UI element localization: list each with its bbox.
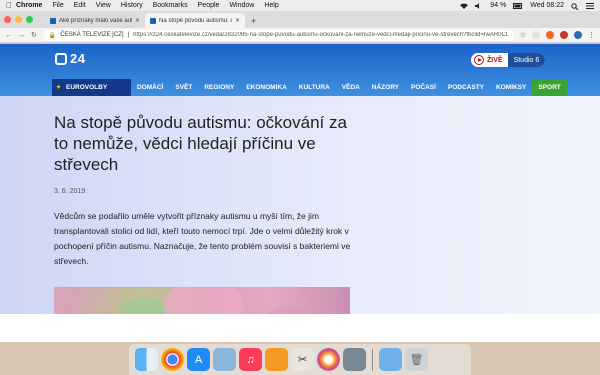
chrome-icon[interactable] xyxy=(161,348,184,371)
battery-percent: 94 % xyxy=(490,2,507,9)
page-footer-area xyxy=(0,314,600,342)
tab-title: Na stopě původu autismu: očk... xyxy=(159,17,232,24)
main-navigation: ✦ EUROVOLBY DOMÁCÍ SVĚT REGIONY EKONOMIKA… xyxy=(52,79,567,96)
window-controls xyxy=(4,11,33,28)
tools-icon[interactable]: ✂ xyxy=(291,348,314,371)
live-broadcast-button[interactable]: ŽIVĚ Studio 6 xyxy=(471,53,546,67)
extension-icon[interactable] xyxy=(532,31,540,39)
new-tab-button[interactable]: + xyxy=(245,16,262,28)
wifi-icon[interactable] xyxy=(460,3,469,9)
menu-file[interactable]: File xyxy=(52,2,63,9)
back-icon[interactable]: ← xyxy=(5,32,12,39)
tab-current[interactable]: Na stopě původu autismu: očk... ✕ xyxy=(145,13,245,28)
menu-bar:  Chrome File Edit View History Bookmark… xyxy=(0,0,600,11)
logo-text: 24 xyxy=(70,51,86,66)
forward-icon[interactable]: → xyxy=(18,32,25,39)
books-icon[interactable] xyxy=(265,348,288,371)
nav-podcasty[interactable]: PODCASTY xyxy=(442,79,490,96)
tab-strip: Aké príznaky malo vaše autism... ✕ Na st… xyxy=(0,11,600,28)
article-perex: Vědcům se podařilo uměle vytvořit přízna… xyxy=(54,211,351,266)
menu-help[interactable]: Help xyxy=(264,2,278,9)
downloads-folder-icon[interactable] xyxy=(379,348,402,371)
preview-icon[interactable] xyxy=(213,348,236,371)
site-identity: ČESKÁ TELEVIZE [CZ] xyxy=(60,32,124,38)
nav-svet[interactable]: SVĚT xyxy=(169,79,198,96)
nav-regiony[interactable]: REGIONY xyxy=(198,79,240,96)
menu-people[interactable]: People xyxy=(198,2,220,9)
menu-app-name[interactable]: Chrome xyxy=(16,2,42,9)
url-text: https://ct24.ceskatelevize.cz/veda/28320… xyxy=(133,32,508,38)
site-header: 24 ŽIVĚ Studio 6 ✦ EUROVOLBY DOMÁCÍ SVĚT … xyxy=(0,44,600,96)
close-window-button[interactable] xyxy=(4,16,11,23)
favicon-icon xyxy=(50,17,56,24)
minimize-window-button[interactable] xyxy=(15,16,22,23)
live-label: ŽIVĚ xyxy=(487,56,503,64)
volume-icon[interactable] xyxy=(475,2,483,9)
extension-icon[interactable] xyxy=(560,31,568,39)
nav-ekonomika[interactable]: EKONOMIKA xyxy=(240,79,292,96)
article-headline: Na stopě původu autismu: očkování za to … xyxy=(54,113,347,174)
tab-title: Aké príznaky malo vaše autism... xyxy=(59,17,132,24)
ct24-logo[interactable]: 24 xyxy=(55,51,85,66)
trash-icon[interactable]: 🗑 xyxy=(405,348,428,371)
dock-separator xyxy=(372,348,373,371)
notification-center-icon[interactable] xyxy=(586,2,594,9)
dock: A ♫ ✂ 🗑 xyxy=(129,344,471,375)
nav-komiksy[interactable]: KOMIKSY xyxy=(490,79,532,96)
article-date: 3. 6. 2019 xyxy=(54,188,86,195)
app-store-icon[interactable]: A xyxy=(187,348,210,371)
nav-label: EUROVOLBY xyxy=(66,84,108,91)
url-separator: | xyxy=(127,32,130,38)
music-icon[interactable]: ♫ xyxy=(239,348,262,371)
nav-pocasi[interactable]: POČASÍ xyxy=(405,79,442,96)
nav-domaci[interactable]: DOMÁCÍ xyxy=(131,79,169,96)
close-tab-icon[interactable]: ✕ xyxy=(235,17,240,24)
eu-stars-icon: ✦ xyxy=(56,85,62,91)
reload-icon[interactable]: ↻ xyxy=(31,31,37,39)
photos-icon[interactable] xyxy=(317,348,340,371)
menu-edit[interactable]: Edit xyxy=(74,2,86,9)
menu-view[interactable]: View xyxy=(96,2,111,9)
image-capture-icon[interactable] xyxy=(343,348,366,371)
nav-eurovolby[interactable]: ✦ EUROVOLBY xyxy=(52,79,131,96)
bookmark-star-icon[interactable]: ☆ xyxy=(520,31,526,39)
status-area: 94 % Wed 08:22 xyxy=(460,2,594,10)
extension-icon[interactable] xyxy=(546,31,554,39)
nav-veda[interactable]: VĚDA xyxy=(336,79,366,96)
nav-nazory[interactable]: NÁZORY xyxy=(366,79,405,96)
battery-icon[interactable] xyxy=(513,2,523,9)
browser-toolbar: ← → ↻ 🔒 ČESKÁ TELEVIZE [CZ] | https://ct… xyxy=(0,28,600,43)
zoom-window-button[interactable] xyxy=(26,16,33,23)
menu-kebab-icon[interactable]: ⋮ xyxy=(588,31,595,39)
apple-menu-icon[interactable]:  xyxy=(6,1,16,10)
tab-previous[interactable]: Aké príznaky malo vaše autism... ✕ xyxy=(45,13,145,28)
favicon-icon xyxy=(150,17,156,24)
menu-window[interactable]: Window xyxy=(229,2,254,9)
close-tab-icon[interactable]: ✕ xyxy=(135,17,140,24)
profile-avatar[interactable] xyxy=(574,31,582,39)
lock-icon[interactable]: 🔒 xyxy=(49,32,56,39)
menu-bookmarks[interactable]: Bookmarks xyxy=(153,2,188,9)
web-page: 24 ŽIVĚ Studio 6 ✦ EUROVOLBY DOMÁCÍ SVĚT … xyxy=(0,44,600,342)
finder-icon[interactable] xyxy=(135,348,158,371)
menu-history[interactable]: History xyxy=(121,2,143,9)
search-icon[interactable] xyxy=(571,2,579,10)
nav-sport[interactable]: SPORT xyxy=(532,79,567,96)
ct-logo-icon xyxy=(55,52,67,65)
studio-label: Studio 6 xyxy=(507,53,546,67)
nav-kultura[interactable]: KULTURA xyxy=(293,79,336,96)
clock[interactable]: Wed 08:22 xyxy=(530,2,564,9)
address-bar[interactable]: 🔒 ČESKÁ TELEVIZE [CZ] | https://ct24.ces… xyxy=(42,29,514,41)
play-icon xyxy=(474,55,484,65)
